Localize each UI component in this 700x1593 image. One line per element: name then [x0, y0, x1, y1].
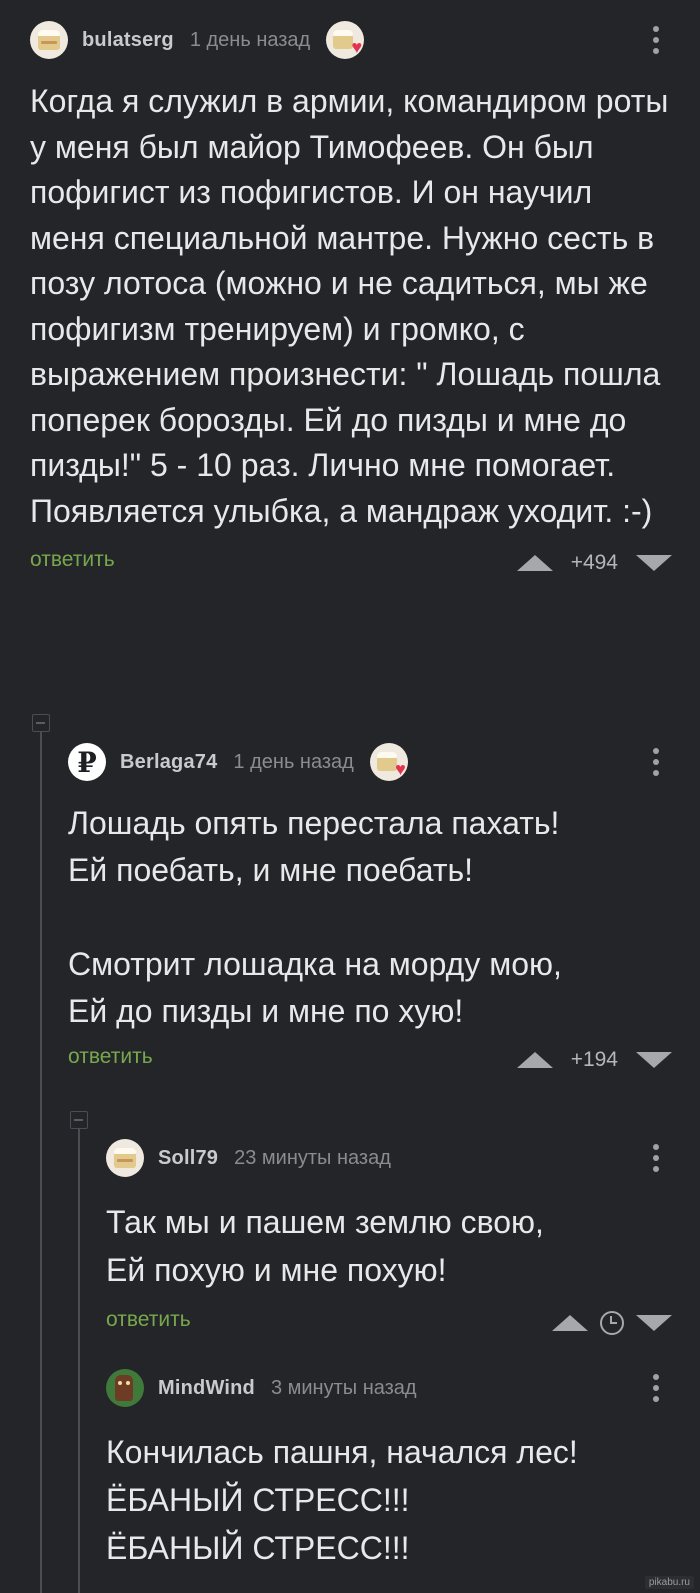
username[interactable]: MindWind [158, 1377, 255, 1400]
timestamp: 1 день назад [233, 750, 354, 773]
up-arrow-icon[interactable] [552, 1315, 588, 1331]
comment-text: Так мы и пашем землю свою, Ей похую и мн… [106, 1204, 544, 1288]
timestamp: 23 минуты назад [234, 1146, 391, 1169]
cake-icon [333, 30, 354, 49]
reply-button[interactable]: ответить [30, 548, 115, 572]
vote-controls: +494 [516, 546, 672, 580]
comment-berlaga74: ₽ Berlaga74 1 день назад ♥ Лошадь опять … [68, 742, 700, 1077]
reply-button[interactable]: ответить [68, 1045, 153, 1069]
avatar[interactable] [106, 1369, 144, 1407]
comment-header: Soll79 23 минуты назад [106, 1138, 700, 1178]
reply-button[interactable]: ответить [106, 1308, 191, 1332]
vote-controls [552, 1306, 672, 1340]
collapse-thread-button[interactable] [32, 714, 50, 732]
down-arrow-icon[interactable] [636, 555, 672, 571]
avatar[interactable] [106, 1139, 144, 1177]
score: +194 [570, 1048, 618, 1071]
watermark: pikabu.ru [644, 1576, 694, 1589]
down-arrow-icon[interactable] [636, 1052, 672, 1068]
timestamp: 3 минуты назад [270, 1376, 417, 1399]
thread-line [78, 1129, 80, 1593]
clock-icon [600, 1311, 624, 1335]
username[interactable]: Soll79 [158, 1147, 218, 1170]
timestamp: 1 день назад [189, 28, 311, 51]
comment-footer: ответить +494 [30, 546, 700, 580]
down-arrow-icon[interactable] [636, 1315, 672, 1331]
comment-text: Когда я служил в армии, командиром роты … [30, 83, 669, 529]
comment-header: bulatserg 1 день назад ♥ [30, 20, 700, 60]
avatar[interactable]: ₽ [68, 743, 106, 781]
comment-mindwind: MindWind 3 минуты назад Кончилась пашня,… [106, 1368, 700, 1572]
award-icon[interactable]: ♥ [369, 743, 408, 781]
avatar-picture [115, 1375, 133, 1401]
more-vertical-icon[interactable] [646, 1372, 666, 1404]
comment-text: Лошадь опять перестала пахать! Ей поебат… [68, 805, 562, 1029]
username[interactable]: bulatserg [82, 29, 174, 52]
collapse-thread-button[interactable] [70, 1111, 88, 1129]
thread-line [40, 732, 42, 1593]
cake-icon [38, 30, 60, 50]
award-icon[interactable]: ♥ [326, 21, 365, 59]
heart-icon: ♥ [351, 37, 363, 57]
avatar[interactable] [30, 21, 68, 59]
score: +494 [570, 551, 618, 574]
comment-soll79: Soll79 23 минуты назад Так мы и пашем зе… [106, 1138, 700, 1340]
up-arrow-icon[interactable] [516, 1052, 553, 1068]
comment-text: Кончилась пашня, начался лес! ЁБАНЫЙ СТР… [106, 1434, 578, 1566]
comments-page: bulatserg 1 день назад ♥ Когда я служил … [0, 0, 700, 1593]
ruble-icon: ₽ [77, 745, 97, 779]
more-vertical-icon[interactable] [646, 1142, 666, 1174]
comment-bulatserg: bulatserg 1 день назад ♥ Когда я служил … [30, 20, 700, 580]
username[interactable]: Berlaga74 [120, 751, 217, 774]
more-vertical-icon[interactable] [646, 24, 666, 56]
up-arrow-icon[interactable] [516, 555, 553, 571]
comment-footer: ответить +194 [68, 1043, 700, 1077]
cake-icon [376, 752, 397, 771]
heart-icon: ♥ [395, 759, 406, 779]
vote-controls: +194 [516, 1043, 672, 1077]
cake-icon [114, 1148, 136, 1168]
more-vertical-icon[interactable] [646, 746, 666, 778]
comment-footer: ответить [106, 1306, 700, 1340]
comment-header: MindWind 3 минуты назад [106, 1368, 700, 1408]
comment-header: ₽ Berlaga74 1 день назад ♥ [68, 742, 700, 782]
